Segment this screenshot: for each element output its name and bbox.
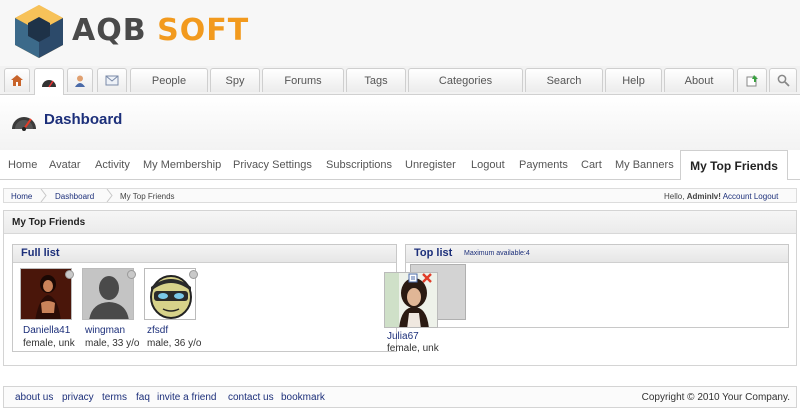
subnav-cart[interactable]: Cart	[581, 159, 602, 171]
breadcrumb-separator-icon	[40, 189, 47, 202]
logo-primary: AQB	[72, 13, 147, 48]
masked-face-icon	[145, 269, 195, 319]
default-avatar-icon	[83, 269, 133, 319]
home-tab[interactable]	[4, 68, 30, 92]
document-icon[interactable]	[408, 273, 418, 283]
sub-navigation: Home Avatar Activity My Membership Priva…	[0, 150, 800, 180]
nav-people[interactable]: People	[130, 68, 208, 92]
page-title-bar: Dashboard	[0, 95, 800, 151]
footer-privacy[interactable]: privacy	[62, 392, 94, 403]
breadcrumb-current: My Top Friends	[120, 192, 175, 201]
full-list-header: Full list	[13, 245, 396, 263]
top-navigation: People Spy Forums Tags Categories Search…	[0, 66, 800, 95]
copyright: Copyright © 2010 Your Company.	[641, 392, 790, 403]
greeting-username[interactable]: Adminlv!	[687, 192, 721, 201]
user-greeting: Hello, Adminlv! Account Logout	[664, 192, 778, 201]
cube-logo-icon	[15, 5, 63, 58]
nav-about[interactable]: About	[664, 68, 734, 92]
friend-name[interactable]: Daniella41	[23, 325, 70, 336]
friend-name[interactable]: Julia67	[387, 331, 419, 342]
page-title: Dashboard	[44, 111, 123, 128]
subnav-my-top-friends[interactable]: My Top Friends	[680, 150, 788, 180]
greeting-prefix: Hello,	[664, 192, 685, 201]
logo-secondary: SOFT	[157, 13, 250, 48]
friend-info: female, unk	[387, 343, 439, 354]
speedometer-icon	[12, 117, 36, 131]
nav-forums[interactable]: Forums	[262, 68, 344, 92]
nav-tags[interactable]: Tags	[346, 68, 406, 92]
subnav-home[interactable]: Home	[8, 159, 37, 171]
subnav-my-membership[interactable]: My Membership	[143, 159, 221, 171]
friend-info: female, unk	[23, 338, 75, 349]
footer-invite-a-friend[interactable]: invite a friend	[157, 392, 216, 403]
footer: about us privacy terms faq invite a frie…	[3, 386, 797, 408]
nav-help[interactable]: Help	[605, 68, 662, 92]
friend-info: male, 33 y/o	[85, 338, 140, 349]
profile-tab[interactable]	[67, 68, 93, 92]
friend-avatar[interactable]	[82, 268, 134, 320]
friend-avatar[interactable]	[144, 268, 196, 320]
account-link[interactable]: Account	[723, 192, 752, 201]
header: AQB SOFT	[0, 0, 800, 66]
speedometer-icon	[42, 80, 56, 88]
top-list-title: Top list	[414, 247, 453, 259]
logout-link[interactable]: Logout	[754, 192, 778, 201]
dashboard-tab[interactable]	[34, 68, 64, 95]
breadcrumb-home[interactable]: Home	[11, 192, 32, 201]
panel-title: My Top Friends	[12, 217, 86, 228]
breadcrumb: Home Dashboard My Top Friends Hello, Adm…	[3, 188, 797, 203]
envelope-icon	[105, 75, 119, 86]
user-icon	[75, 75, 85, 87]
add-page-tab[interactable]	[737, 68, 767, 92]
subnav-unregister[interactable]: Unregister	[405, 159, 456, 171]
remove-dot-icon[interactable]	[189, 270, 198, 279]
add-page-icon	[746, 74, 758, 86]
subnav-payments[interactable]: Payments	[519, 159, 568, 171]
top-list-limit: Maximum available:4	[464, 250, 530, 257]
footer-faq[interactable]: faq	[136, 392, 150, 403]
nav-search[interactable]: Search	[525, 68, 603, 92]
remove-x-icon[interactable]	[421, 272, 433, 284]
remove-dot-icon[interactable]	[127, 270, 136, 279]
full-list-title: Full list	[21, 247, 60, 259]
footer-bookmark[interactable]: bookmark	[281, 392, 325, 403]
subnav-privacy-settings[interactable]: Privacy Settings	[233, 159, 312, 171]
friend-name[interactable]: zfsdf	[147, 325, 168, 336]
subnav-logout[interactable]: Logout	[471, 159, 505, 171]
nav-categories[interactable]: Categories	[408, 68, 523, 92]
friend-avatar[interactable]	[20, 268, 72, 320]
nav-spy[interactable]: Spy	[210, 68, 260, 92]
top-list-header: Top list Maximum available:4	[406, 245, 788, 263]
logo[interactable]: AQB SOFT	[12, 2, 249, 60]
logo-text: AQB SOFT	[72, 16, 249, 46]
subnav-avatar[interactable]: Avatar	[49, 159, 81, 171]
breadcrumb-separator-icon	[106, 189, 113, 202]
subnav-my-banners[interactable]: My Banners	[615, 159, 674, 171]
breadcrumb-dashboard[interactable]: Dashboard	[55, 192, 94, 201]
friend-name[interactable]: wingman	[85, 325, 125, 336]
subnav-activity[interactable]: Activity	[95, 159, 130, 171]
friend-info: male, 36 y/o	[147, 338, 202, 349]
footer-terms[interactable]: terms	[102, 392, 127, 403]
mail-tab[interactable]	[97, 68, 127, 92]
footer-contact-us[interactable]: contact us	[228, 392, 274, 403]
magnifier-icon	[777, 74, 790, 87]
panel-header: My Top Friends	[4, 211, 796, 234]
footer-about-us[interactable]: about us	[15, 392, 53, 403]
house-icon	[11, 75, 23, 86]
person-photo-icon	[21, 269, 71, 319]
remove-dot-icon[interactable]	[65, 270, 74, 279]
subnav-subscriptions[interactable]: Subscriptions	[326, 159, 392, 171]
search-icon-tab[interactable]	[769, 68, 797, 92]
